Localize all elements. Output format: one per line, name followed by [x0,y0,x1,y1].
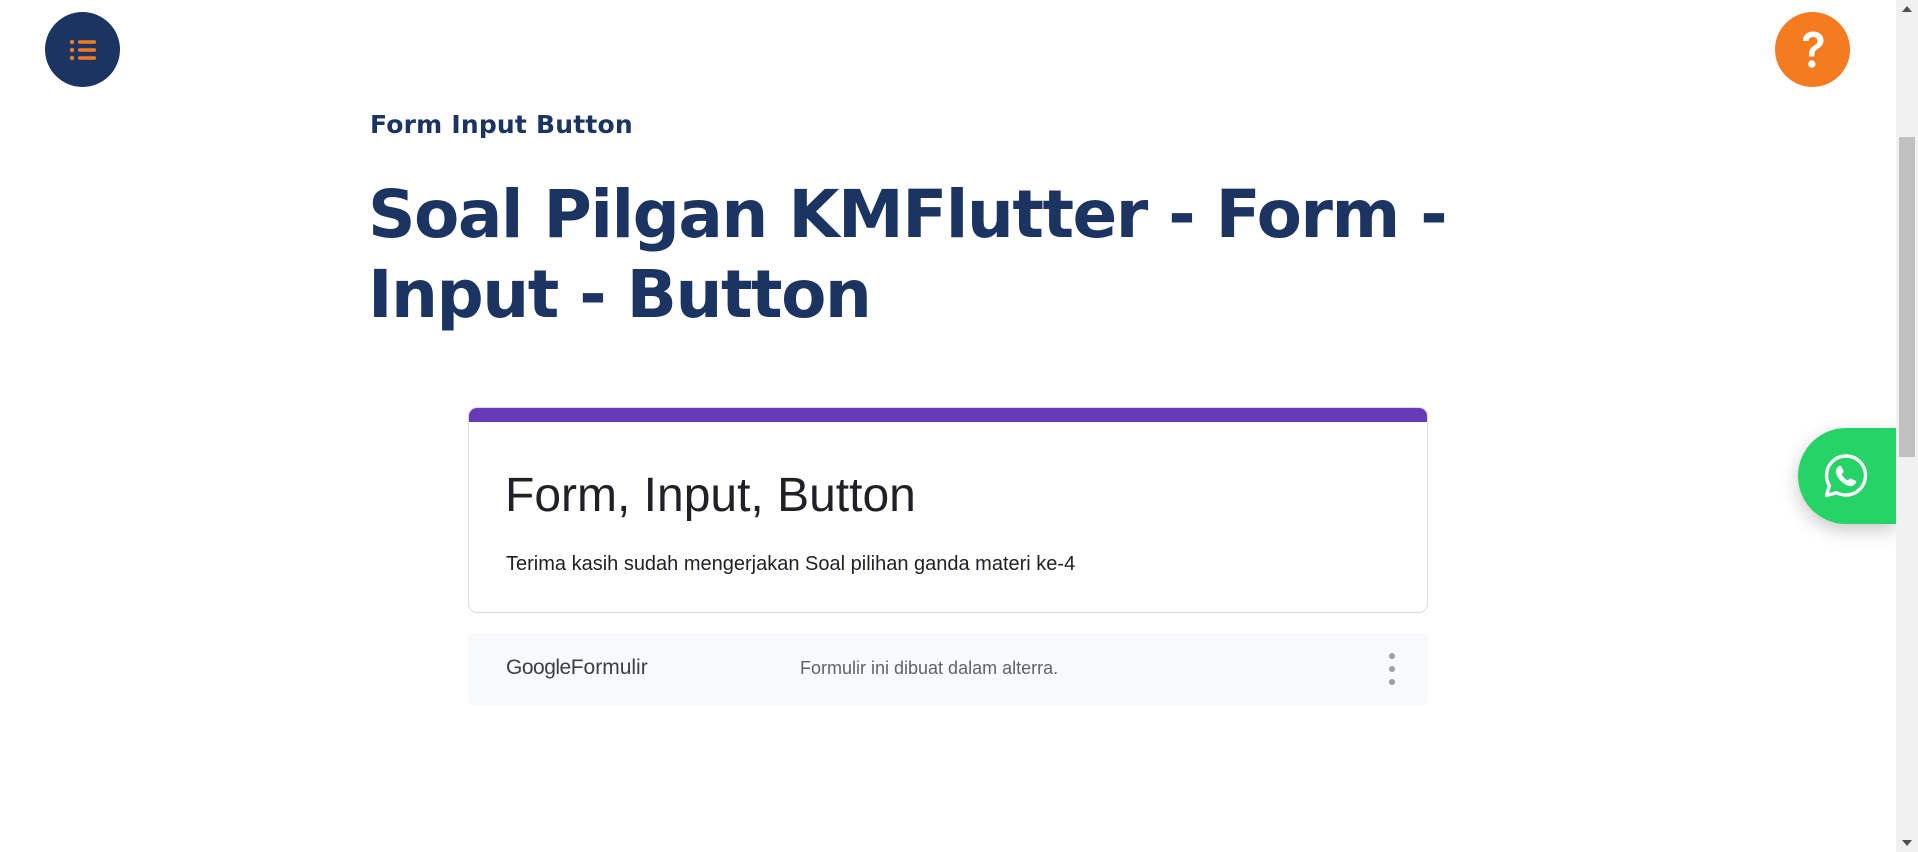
embedded-form-card: Form, Input, Button Terima kasih sudah m… [468,407,1428,613]
form-footer-note: Formulir ini dibuat dalam alterra. [800,658,1059,678]
brand-google: Google [506,656,571,679]
scroll-up-arrow-icon[interactable] [1896,0,1918,18]
brand-product: Formulir [570,656,648,679]
help-button[interactable] [1775,12,1850,87]
whatsapp-icon [1824,454,1868,498]
list-icon [69,39,96,60]
more-vert-icon[interactable] [1386,653,1398,685]
page-scrollbar[interactable] [1896,0,1918,852]
google-forms-logo[interactable]: GoogleFormulir [506,656,648,680]
article-subtitle: Form Input Button [370,110,633,139]
page-title: Soal Pilgan KMFlutter - Form - Input - B… [368,176,1448,333]
menu-button[interactable] [45,12,120,87]
scroll-down-arrow-icon[interactable] [1896,834,1918,852]
form-description: Terima kasih sudah mengerjakan Soal pili… [506,553,1076,575]
form-footer: GoogleFormulir Formulir ini dibuat dalam… [468,633,1428,705]
whatsapp-button[interactable] [1798,428,1896,524]
form-title: Form, Input, Button [505,469,916,522]
page: Form Input Button Soal Pilgan KMFlutter … [0,0,1918,852]
question-icon [1802,31,1823,68]
form-accent-bar [469,408,1427,422]
scrollbar-thumb[interactable] [1899,137,1915,457]
